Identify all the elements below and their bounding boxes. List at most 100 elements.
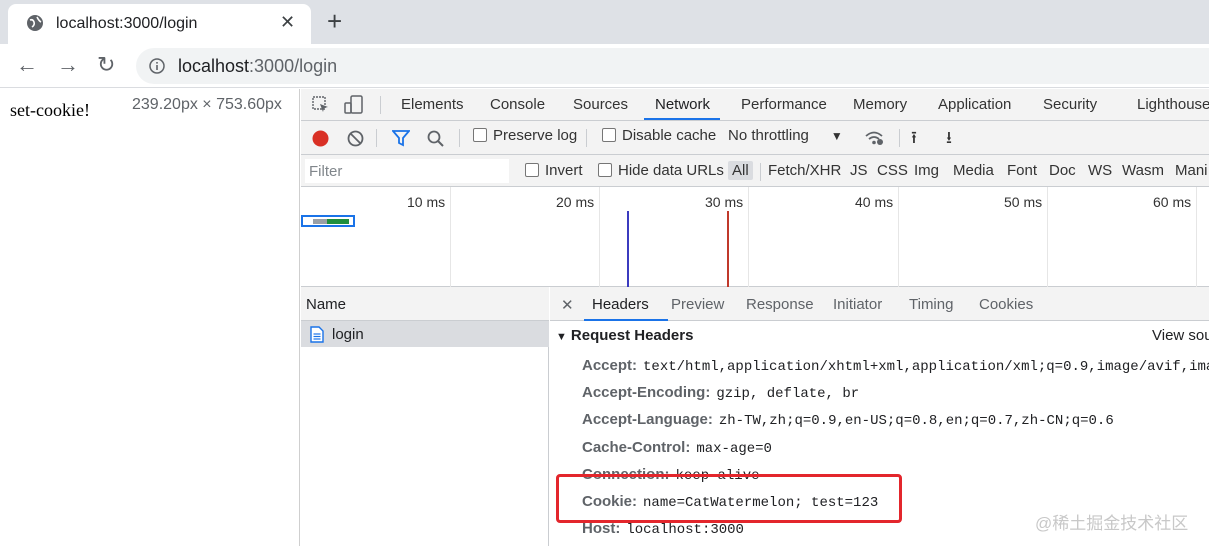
browser-toolbar: ← → ↻ localhost:3000/login [0,44,1209,88]
header-key: Accept-Encoding: [582,384,711,401]
filter-bar: Invert Hide data URLs All Fetch/XHR JS C… [301,155,1209,187]
inspect-element-icon[interactable] [312,96,330,114]
reload-icon[interactable]: ↻ [97,52,115,78]
timeline-tick: 50 ms [1004,194,1043,210]
tab-timing[interactable]: Timing [909,296,953,313]
forward-icon[interactable]: → [57,52,79,78]
details-tabbar: ✕ Headers Preview Response Initiator Tim… [550,287,1209,321]
header-value: localhost:3000 [626,522,744,538]
tab-sources[interactable]: Sources [573,96,628,113]
close-tab-icon[interactable]: ✕ [280,12,295,33]
request-name: login [332,326,364,343]
divider [380,96,381,114]
info-icon[interactable] [149,58,165,74]
invert-checkbox[interactable]: Invert [525,162,583,179]
request-list: Name login [301,287,549,546]
header-key: Cache-Control: [582,439,691,456]
network-overview-timeline[interactable]: 10 ms 20 ms 30 ms 40 ms 50 ms 60 ms [301,187,1209,287]
waterfall-download [327,219,349,224]
request-headers-section-toggle[interactable]: ▼ Request Headers [556,327,693,344]
export-har-icon[interactable]: ⭳ [946,125,952,154]
address-bar[interactable]: localhost:3000/login [136,48,1209,84]
tab-strip: localhost:3000/login ✕ + [0,0,1209,44]
tab-lighthouse[interactable]: Lighthouse [1137,96,1209,113]
disable-cache-label: Disable cache [622,127,717,144]
tab-preview[interactable]: Preview [671,296,724,313]
filter-type-js[interactable]: JS [850,162,868,179]
header-key: Accept: [582,357,638,374]
timeline-gridline [748,187,749,287]
network-conditions-icon[interactable] [864,130,884,146]
dom-content-loaded-marker [627,211,629,287]
timeline-gridline [1047,187,1048,287]
header-row: Accept: text/html,application/xhtml+xml,a… [582,357,1209,375]
header-value: zh-TW,zh;q=0.9,en-US;q=0.8,en;q=0.7,zh-C… [718,413,1114,429]
filter-type-manifest[interactable]: Mani [1175,162,1208,179]
globe-icon [27,15,43,31]
filter-type-fetch-xhr[interactable]: Fetch/XHR [768,162,841,179]
checkbox-icon[interactable] [602,128,616,142]
tab-elements[interactable]: Elements [401,96,464,113]
filter-type-font[interactable]: Font [1007,162,1037,179]
divider [899,129,900,147]
filter-type-img[interactable]: Img [914,162,939,179]
filter-input[interactable] [305,159,509,183]
tab-headers[interactable]: Headers [592,296,649,313]
filter-type-media[interactable]: Media [953,162,994,179]
viewport-dimensions: 239.20px × 753.60px [132,96,282,113]
load-event-marker [727,211,729,287]
filter-type-css[interactable]: CSS [877,162,908,179]
disable-cache-checkbox[interactable]: Disable cache [602,127,716,144]
hide-data-urls-checkbox[interactable]: Hide data URLs [598,162,724,179]
header-row: Cache-Control: max-age=0 [582,439,772,457]
tab-initiator[interactable]: Initiator [833,296,882,313]
timeline-gridline [450,187,451,287]
record-icon[interactable] [312,130,329,147]
tab-network[interactable]: Network [655,96,710,113]
preserve-log-checkbox[interactable]: Preserve log [473,127,577,144]
close-details-icon[interactable]: ✕ [561,296,574,314]
request-waterfall-bar [301,215,355,227]
new-tab-button[interactable]: + [327,6,342,37]
devtools-tabbar: Elements Console Sources Network Perform… [301,89,1209,121]
device-toolbar-icon[interactable] [344,95,364,115]
document-icon [310,326,324,343]
name-column-header[interactable]: Name [301,287,549,321]
request-row[interactable]: login [301,321,549,347]
url-host: localhost [178,56,250,76]
section-title: Request Headers [570,327,694,344]
header-value: text/html,application/xhtml+xml,applicat… [643,359,1209,375]
back-icon[interactable]: ← [16,52,38,78]
tab-response[interactable]: Response [746,296,814,313]
throttling-select[interactable]: No throttling ▼ [728,127,843,144]
header-value: max-age=0 [696,441,772,457]
clear-icon[interactable] [347,130,364,147]
checkbox-icon[interactable] [598,163,612,177]
filter-icon[interactable] [392,130,410,147]
divider [760,163,761,181]
divider [459,129,460,147]
page-viewport: set-cookie! 239.20px × 753.60px [0,89,300,546]
search-icon[interactable] [427,130,444,147]
tab-memory[interactable]: Memory [853,96,907,113]
header-row: Accept-Encoding: gzip, deflate, br [582,384,859,402]
timeline-tick: 10 ms [407,194,446,210]
filter-type-all[interactable]: All [728,161,753,180]
filter-type-wasm[interactable]: Wasm [1122,162,1164,179]
hide-data-urls-label: Hide data URLs [618,162,724,179]
page-text: set-cookie! [10,100,90,120]
checkbox-icon[interactable] [473,128,487,142]
filter-type-doc[interactable]: Doc [1049,162,1076,179]
tab-console[interactable]: Console [490,96,545,113]
browser-tab[interactable]: localhost:3000/login ✕ [8,4,311,44]
watermark: @稀土掘金技术社区 [1035,514,1189,533]
filter-type-ws[interactable]: WS [1088,162,1112,179]
checkbox-icon[interactable] [525,163,539,177]
dropdown-arrow-icon: ▼ [830,129,843,143]
tab-performance[interactable]: Performance [741,96,827,113]
tab-security[interactable]: Security [1043,96,1097,113]
import-har-icon[interactable]: ⭱ [911,125,917,154]
tab-cookies[interactable]: Cookies [979,296,1033,313]
view-source-link[interactable]: View sou [1152,327,1209,344]
tab-application[interactable]: Application [938,96,1011,113]
